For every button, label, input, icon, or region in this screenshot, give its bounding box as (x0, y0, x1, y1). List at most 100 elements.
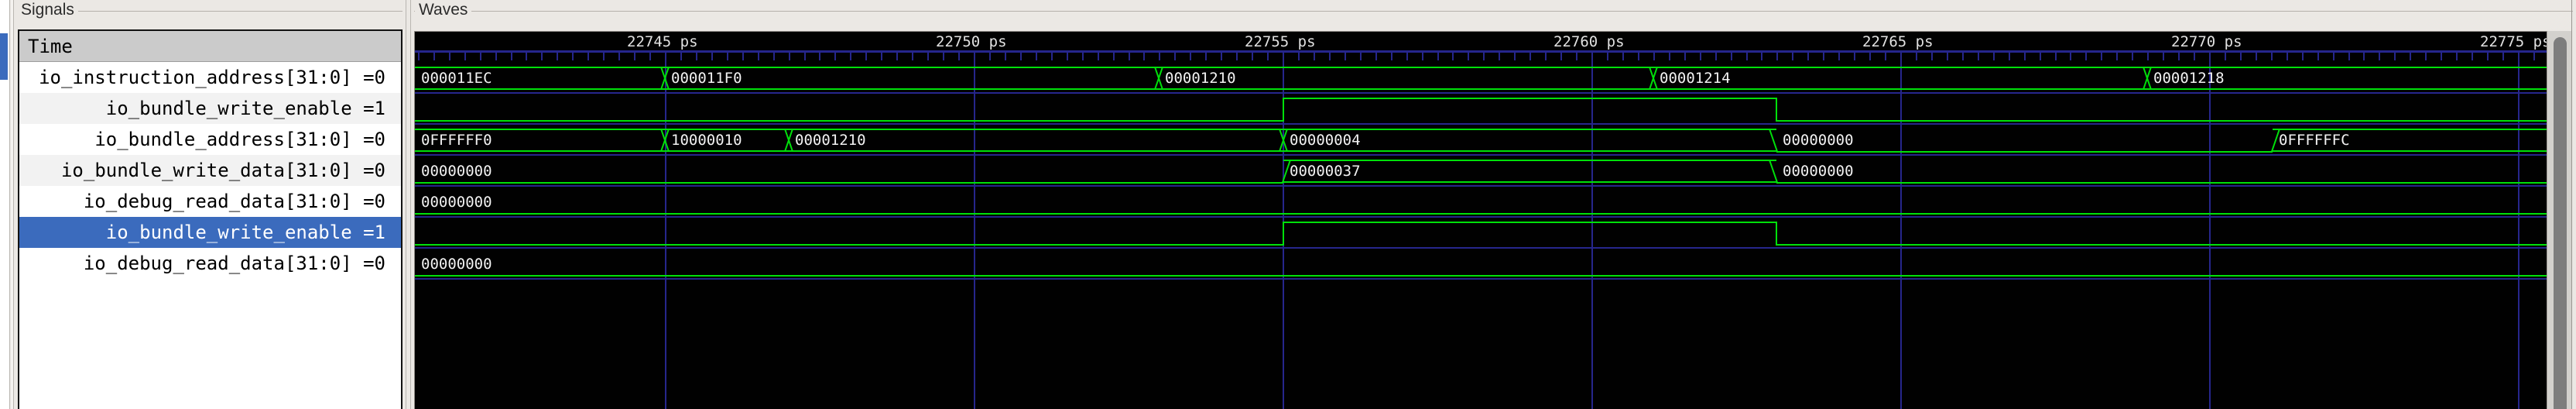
ruler-tick (1684, 53, 1686, 60)
ruler-tick (480, 53, 481, 60)
ruler-tick (526, 53, 527, 60)
ruler-tick (1530, 53, 1531, 60)
ruler-tick (1159, 53, 1160, 60)
signal-edge (1283, 222, 1284, 246)
signal-list-item[interactable]: io_bundle_write_data[31:0] =0 (19, 155, 401, 186)
row-separator (415, 123, 2547, 125)
ruler-tick (1560, 53, 1562, 60)
bus-bottom-edge (2147, 88, 2547, 90)
grid-line (665, 50, 666, 409)
signal-list-item[interactable]: io_bundle_write_enable =1 (19, 93, 401, 124)
wave-canvas[interactable]: 22745 ps 22750 ps 22755 ps 22760 ps 22765 ps… (414, 31, 2547, 409)
signal-low-line (415, 244, 1283, 246)
ruler-tick (2348, 53, 2350, 60)
timeline-ruler (415, 50, 2547, 53)
signal-list-item[interactable]: io_bundle_write_enable =1 (19, 217, 401, 248)
ruler-tick (1576, 53, 1577, 60)
bus-bottom-edge (1283, 150, 1776, 152)
ruler-tick (727, 53, 728, 60)
splitter-groove (9, 0, 10, 409)
ruler-tick (587, 53, 589, 60)
ruler-tick (1947, 53, 1948, 60)
ruler-tick (433, 53, 435, 60)
bus-top-edge (2147, 67, 2547, 68)
bus-bottom-edge (1283, 181, 1776, 183)
timeline-label: 22765 ps (1862, 33, 1934, 50)
bus-value-label: 00001218 (2153, 70, 2225, 87)
signal-list-item[interactable]: io_debug_read_data[31:0] =0 (19, 248, 401, 279)
signal-high-line (1283, 98, 1776, 99)
ruler-tick (1345, 53, 1346, 60)
ruler-tick (418, 53, 420, 60)
ruler-tick (1838, 53, 1840, 60)
left-pane-selected-item[interactable] (0, 33, 8, 80)
ruler-tick (773, 53, 775, 60)
bus-bottom-edge (665, 150, 789, 152)
ruler-tick (1854, 53, 1855, 60)
ruler-tick (1700, 53, 1701, 60)
bus-value-label: 00001214 (1660, 70, 1731, 87)
ruler-tick (2533, 53, 2535, 60)
panel-splitter-groove[interactable] (410, 0, 411, 409)
signals-list-header[interactable]: Time (19, 31, 401, 62)
ruler-tick (2194, 53, 2195, 60)
signal-list-item[interactable]: io_instruction_address[31:0] =0 (19, 62, 401, 93)
ruler-tick (2132, 53, 2133, 60)
ruler-tick (1221, 53, 1222, 60)
ruler-tick (804, 53, 806, 60)
ruler-tick (2379, 53, 2380, 60)
signal-list-item[interactable]: io_debug_read_data[31:0] =0 (19, 186, 401, 217)
bus-value-label: 00000000 (421, 163, 492, 180)
ruler-tick (649, 53, 651, 60)
ruler-tick (1514, 53, 1516, 60)
ruler-tick (511, 53, 512, 60)
signal-high-line (1283, 222, 1776, 223)
ruler-tick (711, 53, 713, 60)
ruler-tick (603, 53, 605, 60)
signal-low-line (1776, 182, 2547, 184)
ruler-tick (2055, 53, 2057, 60)
ruler-tick (789, 53, 790, 60)
ruler-tick (1452, 53, 1454, 60)
ruler-tick (1653, 53, 1655, 60)
ruler-tick (1483, 53, 1485, 60)
ruler-tick (2240, 53, 2242, 60)
waves-vertical-scrollbar[interactable] (2547, 31, 2572, 409)
ruler-tick (1020, 53, 1022, 60)
splitter-groove (13, 0, 14, 409)
bus-top-edge (665, 67, 1159, 68)
ruler-tick (834, 53, 836, 60)
signal-low-line (1776, 151, 2273, 153)
ruler-tick (1113, 53, 1115, 60)
bus-top-edge (665, 129, 789, 130)
ruler-tick (2009, 53, 2010, 60)
bus-top-edge (1283, 129, 1776, 130)
ruler-tick (2085, 53, 2087, 60)
ruler-tick (1236, 53, 1238, 60)
ruler-tick (1776, 53, 1778, 60)
waves-panel-label: Waves (415, 1, 472, 19)
ruler-tick (634, 53, 635, 60)
signals-list[interactable]: Time io_instruction_address[31:0] =0 io_b… (18, 29, 402, 409)
bus-top-edge (415, 67, 665, 68)
signal-edge (1776, 222, 1777, 246)
timeline-label: 22745 ps (627, 33, 698, 50)
ruler-tick (1005, 53, 1006, 60)
row-separator (415, 154, 2547, 156)
ruler-tick (850, 53, 851, 60)
ruler-tick (927, 53, 929, 60)
ruler-tick (1962, 53, 1964, 60)
ruler-tick (958, 53, 960, 60)
ruler-tick (557, 53, 558, 60)
bus-value-label: 00001210 (1165, 70, 1236, 87)
ruler-tick (742, 53, 744, 60)
row-separator (415, 216, 2547, 218)
scrollbar-thumb[interactable] (2554, 37, 2567, 409)
ruler-tick (464, 53, 466, 60)
signal-low-line (1776, 244, 2547, 246)
signal-list-item[interactable]: io_bundle_address[31:0] =0 (19, 124, 401, 155)
timeline-label: 22770 ps (2171, 33, 2242, 50)
bus-top-edge (2273, 129, 2547, 130)
bus-top-edge (415, 129, 665, 130)
ruler-tick (1978, 53, 1979, 60)
